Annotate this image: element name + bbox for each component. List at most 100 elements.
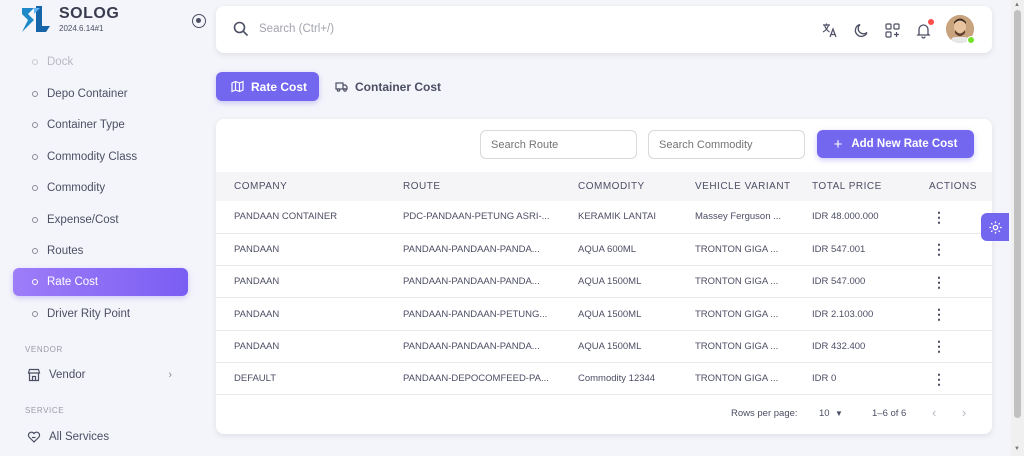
brand-version: 2024.6.14#1	[59, 24, 104, 33]
scroll-down-arrow-icon[interactable]: ▼	[1014, 446, 1020, 452]
chevron-left-icon[interactable]: ‹	[932, 405, 936, 420]
circle-icon	[32, 279, 38, 285]
table-row[interactable]: PANDAAN PANDAAN-PANDAAN-PETUNG... AQUA 1…	[216, 298, 992, 331]
sidebar-item-driver-rity-point[interactable]: Driver Rity Point	[13, 300, 188, 328]
rows-per-page-select[interactable]: 10	[819, 408, 830, 419]
scroll-up-arrow-icon[interactable]: ▲	[1014, 2, 1020, 8]
cell-company: DEFAULT	[234, 373, 277, 385]
add-rate-cost-button[interactable]: + Add New Rate Cost	[817, 130, 974, 158]
sidebar-item-expense-cost[interactable]: Expense/Cost	[13, 206, 188, 234]
sidebar-item-label: Rate Cost	[47, 276, 99, 288]
table-header-row: COMPANY ROUTE COMMODITY VEHICLE VARIANT …	[216, 172, 992, 201]
tab-label: Rate Cost	[251, 79, 308, 94]
circle-icon	[32, 248, 38, 254]
cell-total-price: IDR 547.000	[812, 276, 866, 288]
cell-total-price: IDR 2.103.000	[812, 308, 874, 320]
customizer-settings-button[interactable]	[981, 213, 1009, 241]
sidebar-item-label: Depo Container	[47, 88, 128, 100]
search-icon[interactable]	[233, 21, 249, 37]
table-row[interactable]: DEFAULT PANDAAN-DEPOCOMFEED-PA... Commod…	[216, 362, 992, 395]
tab-container-cost[interactable]: Container Cost	[335, 72, 455, 101]
circle-icon	[32, 185, 38, 191]
sidebar-item-dock[interactable]: Dock	[13, 48, 188, 76]
section-label-vendor: VENDOR	[25, 345, 63, 354]
chevron-right-icon: ›	[168, 369, 172, 381]
column-header[interactable]: ROUTE	[385, 172, 560, 201]
table-row[interactable]: PANDAAN PANDAAN-PANDAAN-PANDA... AQUA 15…	[216, 330, 992, 363]
circle-icon	[32, 217, 38, 223]
online-status-badge	[967, 36, 975, 44]
moon-icon[interactable]	[851, 20, 871, 40]
tab-label: Container Cost	[355, 79, 442, 94]
cell-commodity: AQUA 1500ML	[578, 308, 642, 320]
sidebar-item-label: Commodity Class	[47, 151, 138, 163]
table-row[interactable]: PANDAAN PANDAAN-PANDAAN-PANDA... AQUA 15…	[216, 266, 992, 298]
sidebar-item-routes[interactable]: Routes	[13, 237, 188, 265]
brand: SOLOG 2024.6.14#1	[20, 4, 206, 40]
search-route-input[interactable]	[480, 130, 637, 159]
cell-company: PANDAAN	[234, 276, 280, 288]
sidebar-item-label: Container Type	[47, 119, 125, 131]
rate-cost-card: + Add New Rate Cost COMPANY ROUTE COMMOD…	[216, 119, 992, 434]
cell-vehicle-variant: TRONTON GIGA ...	[695, 340, 779, 352]
table-row[interactable]: PANDAAN PANDAAN-PANDAAN-PANDA... AQUA 60…	[216, 233, 992, 266]
cell-vehicle-variant: TRONTON GIGA ...	[695, 308, 779, 320]
column-header[interactable]: TOTAL PRICE	[794, 172, 911, 201]
more-vertical-icon[interactable]: ⋮	[929, 307, 949, 321]
sidebar-item-commodity-class[interactable]: Commodity Class	[13, 143, 188, 171]
more-vertical-icon[interactable]: ⋮	[929, 242, 949, 256]
caret-down-icon[interactable]: ▼	[835, 409, 843, 418]
add-button-label: Add New Rate Cost	[851, 138, 958, 150]
sidebar-item-commodity[interactable]: Commodity	[13, 174, 188, 202]
sidebar-collapse-icon[interactable]	[192, 14, 206, 28]
map-icon	[231, 80, 244, 93]
search-commodity-input[interactable]	[648, 130, 805, 159]
more-vertical-icon[interactable]: ⋮	[929, 275, 949, 289]
sidebar-item-label: Expense/Cost	[47, 214, 119, 226]
circle-icon	[32, 59, 38, 65]
plus-icon: +	[833, 135, 843, 153]
rate-cost-table: COMPANY ROUTE COMMODITY VEHICLE VARIANT …	[216, 172, 992, 395]
gear-icon	[988, 220, 1002, 234]
column-header[interactable]: COMMODITY	[560, 172, 677, 201]
cell-vehicle-variant: TRONTON GIGA ...	[695, 276, 779, 288]
more-vertical-icon[interactable]: ⋮	[929, 339, 949, 353]
column-header[interactable]: COMPANY	[216, 172, 385, 201]
cell-vehicle-variant: TRONTON GIGA ...	[695, 373, 779, 385]
translate-icon[interactable]	[819, 20, 839, 40]
more-vertical-icon[interactable]: ⋮	[929, 372, 949, 386]
apps-add-icon[interactable]	[882, 20, 902, 40]
cell-route: PANDAAN-PANDAAN-PANDA...	[403, 243, 540, 255]
cell-vehicle-variant: TRONTON GIGA ...	[695, 243, 779, 255]
chevron-right-icon[interactable]: ›	[962, 405, 966, 420]
pagination-range: 1–6 of 6	[872, 408, 907, 419]
search-input[interactable]: Search (Ctrl+/)	[259, 23, 334, 35]
cell-total-price: IDR 0	[812, 373, 837, 385]
cell-route: PANDAAN-DEPOCOMFEED-PA...	[403, 373, 549, 385]
cell-route: PDC-PANDAAN-PETUNG ASRI-...	[403, 211, 550, 223]
sidebar-group-vendor[interactable]: Vendor ›	[13, 361, 188, 389]
circle-icon	[32, 91, 38, 97]
scrollbar-thumb[interactable]	[1014, 10, 1021, 418]
brand-name: SOLOG	[59, 5, 120, 22]
cell-commodity: AQUA 1500ML	[578, 276, 642, 288]
rows-per-page-label: Rows per page:	[731, 408, 798, 419]
page-scrollbar[interactable]: ▲ ▼	[1011, 0, 1024, 456]
sidebar-item-all-services[interactable]: All Services	[13, 423, 188, 451]
sidebar-item-label: Commodity	[47, 182, 106, 194]
table-pagination: Rows per page: 10 ▼ 1–6 of 6 ‹ ›	[216, 401, 992, 427]
sidebar-group-label: Vendor	[49, 369, 86, 381]
column-header[interactable]: VEHICLE VARIANT	[677, 172, 794, 201]
sidebar-item-container-type[interactable]: Container Type	[13, 111, 188, 139]
circle-icon	[32, 311, 38, 317]
tab-rate-cost[interactable]: Rate Cost	[216, 72, 319, 101]
table-row[interactable]: PANDAAN CONTAINER PDC-PANDAAN-PETUNG ASR…	[216, 201, 992, 234]
logo-icon	[22, 6, 50, 32]
cell-total-price: IDR 547.001	[812, 243, 866, 255]
cell-commodity: Commodity 12344	[578, 373, 656, 385]
cell-route: PANDAAN-PANDAAN-PETUNG...	[403, 308, 548, 320]
sidebar-item-depo-container[interactable]: Depo Container	[13, 80, 188, 108]
more-vertical-icon[interactable]: ⋮	[929, 210, 949, 224]
truck-icon	[335, 82, 348, 92]
sidebar-item-rate-cost[interactable]: Rate Cost	[13, 268, 188, 296]
